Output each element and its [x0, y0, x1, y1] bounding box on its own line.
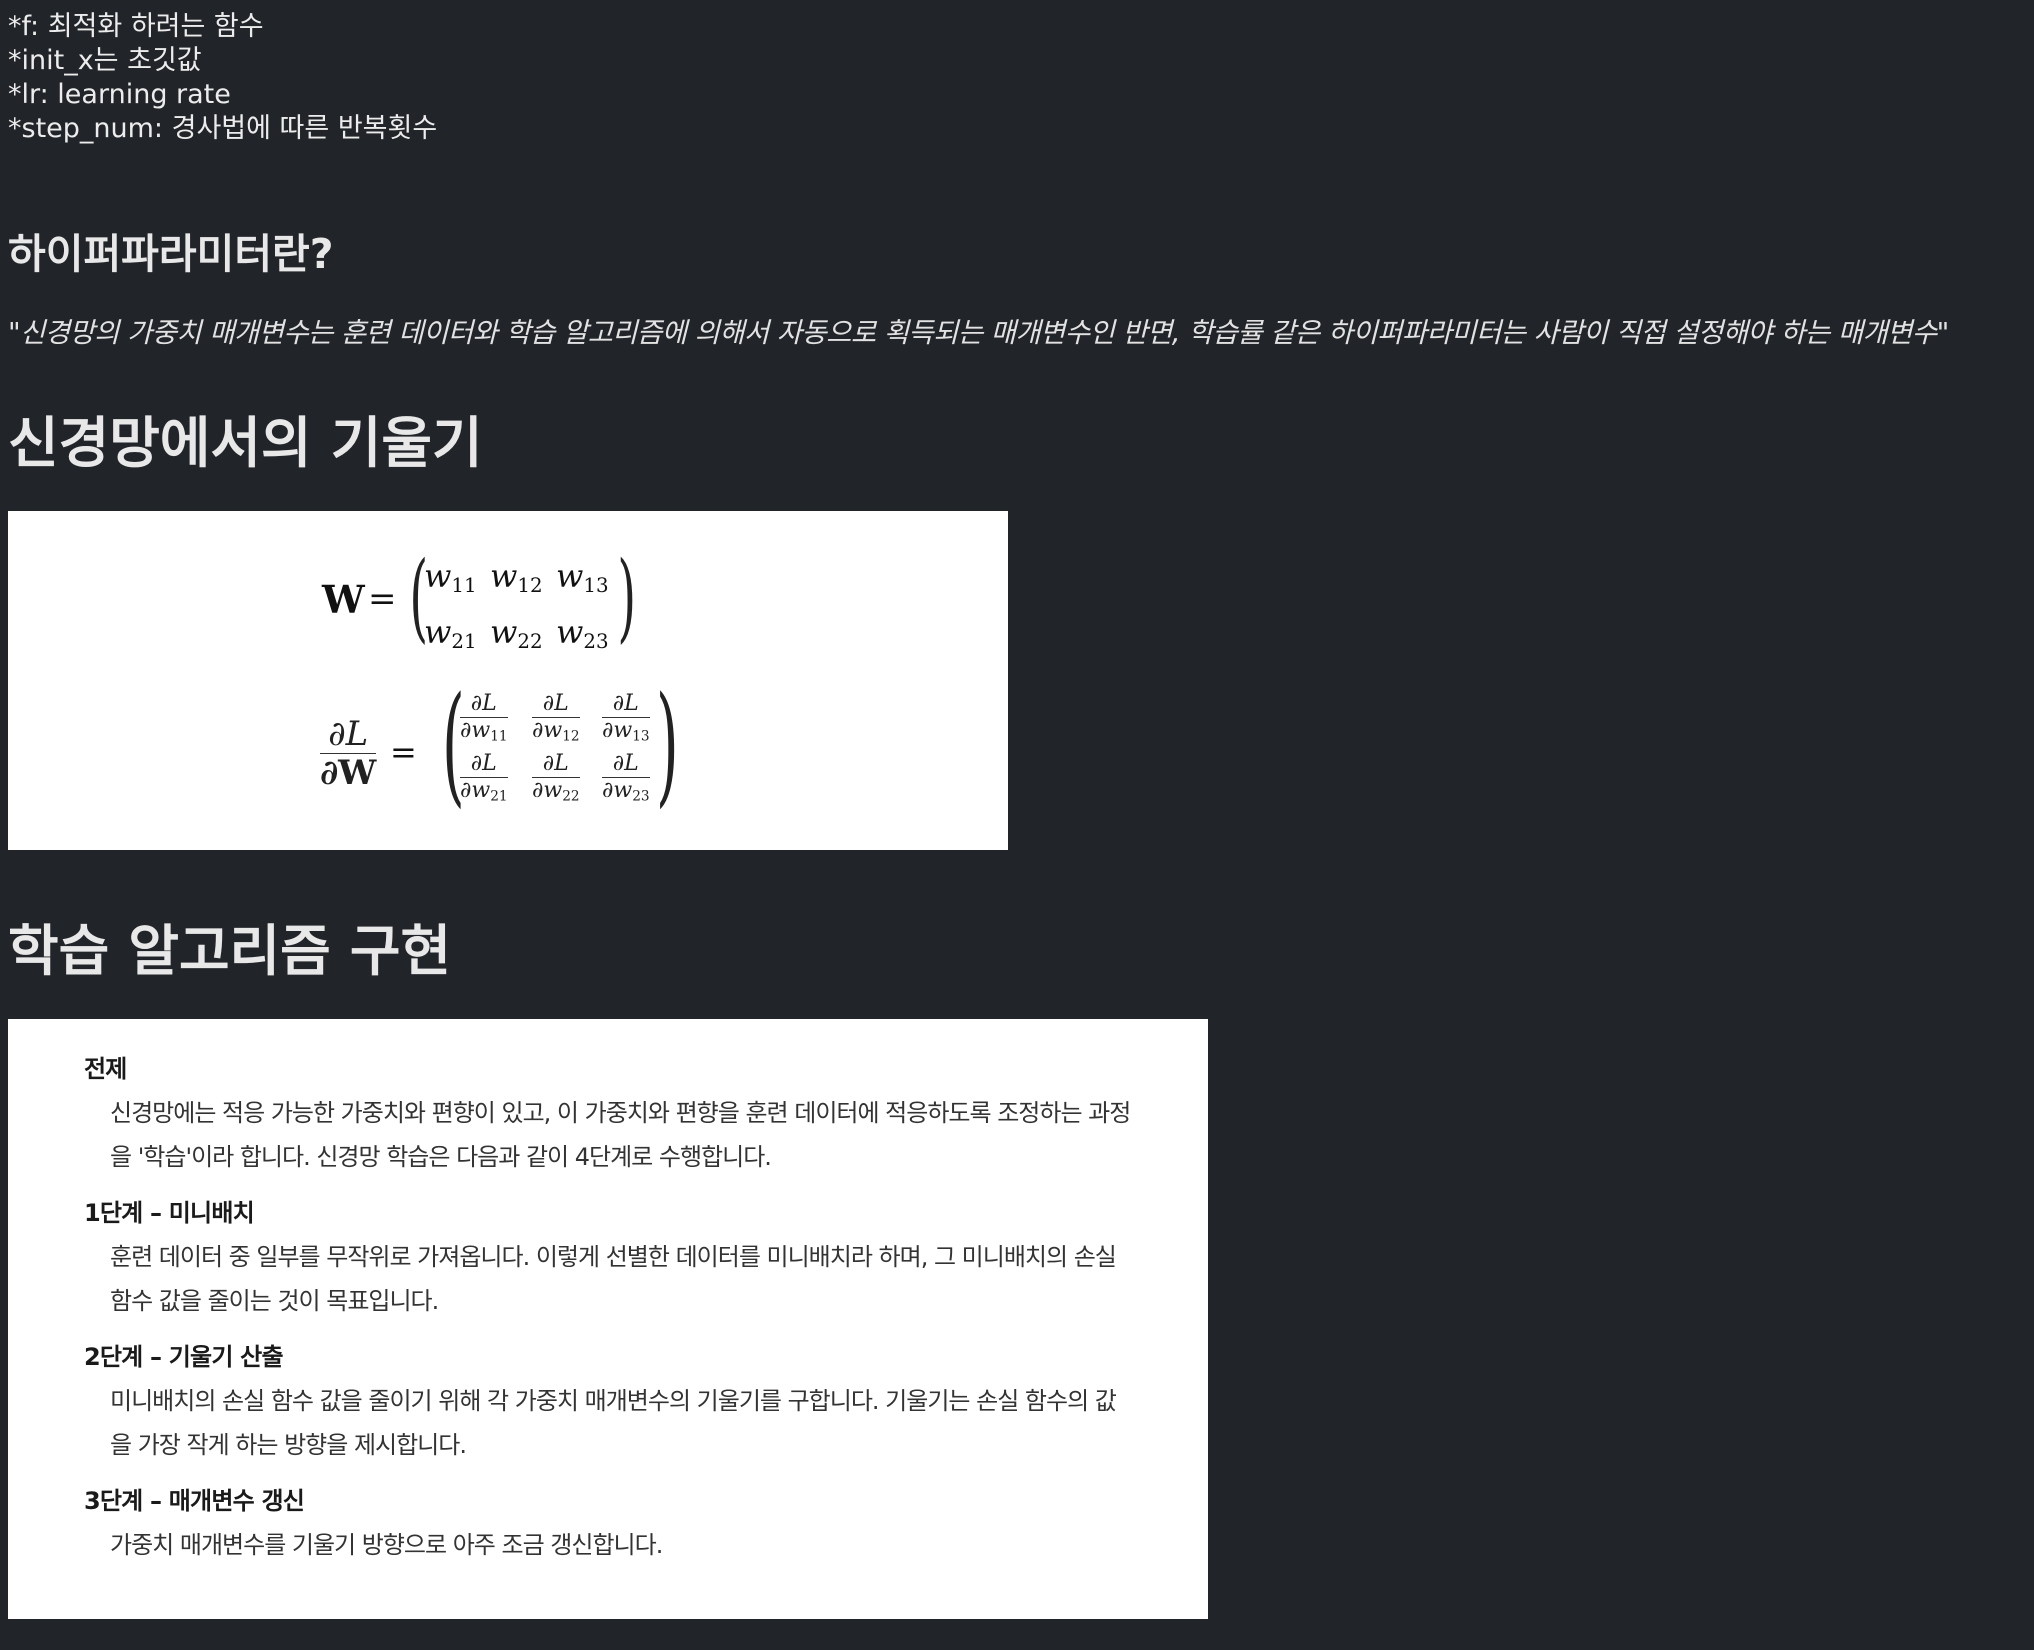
premise-line-2: 을 '학습'이라 합니다. 신경망 학습은 다음과 같이 4단계로 수행합니다. — [110, 1143, 772, 1171]
note-init-x: *init_x는 초깃값 — [8, 45, 202, 76]
dL-dW-fraction: ∂L ∂W — [320, 714, 377, 793]
matrix-W-symbol: W — [322, 577, 365, 622]
step3-line-1: 가중치 매개변수를 기울기 방향으로 아주 조금 갱신합니다. — [110, 1531, 663, 1559]
learning-section-title: 학습 알고리즘 구현 — [8, 919, 452, 983]
w21: w21 — [424, 613, 477, 653]
step1-line-1: 훈련 데이터 중 일부를 무작위로 가져옵니다. 이렇게 선별한 데이터를 미니… — [110, 1243, 1117, 1271]
w12: w12 — [490, 557, 543, 597]
parameter-notes: *f: 최적화 하려는 함수 *init_x는 초깃값 *lr: learnin… — [8, 10, 437, 146]
step2-line-1: 미니배치의 손실 함수 값을 줄이기 위해 각 가중치 매개변수의 기울기를 구… — [110, 1387, 1117, 1415]
step2-line-2: 을 가장 작게 하는 방향을 제시합니다. — [110, 1431, 467, 1459]
w22: w22 — [490, 613, 543, 653]
premise-title: 전제 — [84, 1055, 127, 1083]
learning-steps-image: 전제 신경망에는 적응 가능한 가중치와 편향이 있고, 이 가중치와 편향을 … — [8, 1019, 1208, 1619]
equals-sign-2: = — [390, 733, 417, 771]
hyperparameter-quote: "신경망의 가중치 매개변수는 훈련 데이터와 학습 알고리즘에 의해서 자동으… — [8, 317, 1949, 349]
w13: w13 — [556, 557, 609, 597]
dL-dw13: ∂L ∂w13 — [602, 691, 650, 745]
dL-dw22: ∂L ∂w22 — [532, 751, 580, 805]
dL-dw21: ∂L ∂w21 — [460, 751, 508, 805]
step1-title: 1단계 – 미니배치 — [84, 1199, 255, 1227]
note-f: *f: 최적화 하려는 함수 — [8, 11, 264, 42]
premise-line-1: 신경망에는 적응 가능한 가중치와 편향이 있고, 이 가중치와 편향을 훈련 … — [110, 1099, 1131, 1127]
right-paren-W: ) — [617, 541, 637, 653]
step1-line-2: 함수 값을 줄이는 것이 목표입니다. — [110, 1287, 439, 1315]
dL-dw12: ∂L ∂w12 — [532, 691, 580, 745]
right-paren-dW: ) — [655, 668, 679, 820]
gradient-matrix-image: W = ( ) w11 w12 w13 w21 w22 w23 ∂L ∂W = … — [8, 511, 1008, 850]
step3-title: 3단계 – 매개변수 갱신 — [84, 1487, 305, 1515]
equals-sign-1: = — [368, 579, 397, 619]
gradient-section-title: 신경망에서의 기울기 — [8, 411, 483, 475]
note-lr: *lr: learning rate — [8, 79, 231, 110]
note-step-num: *step_num: 경사법에 따른 반복횟수 — [8, 113, 438, 144]
w11: w11 — [424, 557, 477, 597]
hyperparameter-heading: 하이퍼파라미터란? — [8, 230, 334, 278]
dL-dw23: ∂L ∂w23 — [602, 751, 650, 805]
step2-title: 2단계 – 기울기 산출 — [84, 1343, 284, 1371]
dL-dw11: ∂L ∂w11 — [460, 691, 508, 745]
w23: w23 — [556, 613, 609, 653]
